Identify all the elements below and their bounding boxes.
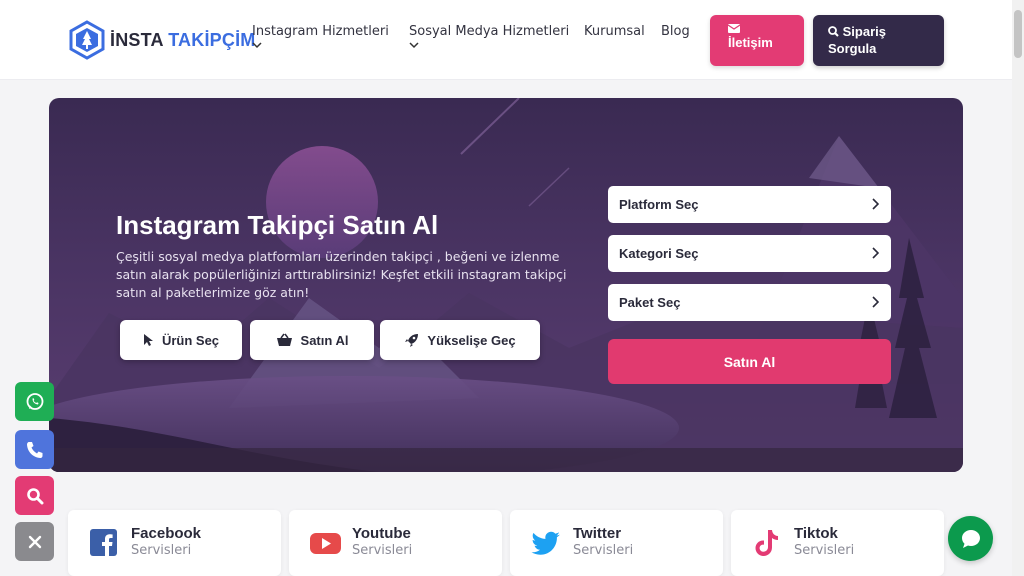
submit-buy-label: Satın Al — [723, 353, 776, 370]
category-select[interactable]: Kategori Seç — [608, 235, 891, 272]
close-float-button[interactable] — [15, 522, 54, 561]
service-card-twitter[interactable]: Twitter Servisleri — [510, 510, 723, 576]
phone-icon — [26, 441, 42, 458]
whatsapp-button[interactable] — [15, 382, 54, 421]
category-select-label: Kategori Seç — [619, 246, 699, 261]
nav-label: Kurumsal — [584, 24, 645, 39]
chat-bubble-icon — [961, 529, 980, 548]
facebook-icon — [90, 529, 117, 556]
package-select[interactable]: Paket Seç — [608, 284, 891, 321]
logo-text-part1: İNSTA — [110, 29, 163, 50]
package-select-label: Paket Seç — [619, 295, 681, 310]
logo-text: İNSTA TAKİPÇİM — [110, 30, 255, 51]
order-query-button[interactable]: Sipariş Sorgula — [813, 15, 944, 66]
rocket-icon — [405, 333, 419, 347]
contact-button[interactable]: İletişim — [710, 15, 804, 66]
get-rising-label: Yükselişe Geç — [427, 332, 516, 348]
service-sub: Servisleri — [794, 543, 855, 558]
youtube-icon — [310, 533, 341, 554]
platform-select-label: Platform Seç — [619, 197, 699, 212]
service-card-facebook[interactable]: Facebook Servisleri — [68, 510, 281, 576]
phone-button[interactable] — [15, 430, 54, 469]
service-card-youtube[interactable]: Youtube Servisleri — [289, 510, 502, 576]
select-product-button[interactable]: Ürün Seç — [120, 320, 242, 360]
get-rising-button[interactable]: Yükselişe Geç — [380, 320, 540, 360]
service-name: Facebook — [131, 525, 202, 542]
whatsapp-icon — [26, 392, 43, 410]
chevron-right-icon — [872, 247, 879, 259]
buy-now-label: Satın Al — [300, 332, 349, 348]
search-icon — [26, 487, 43, 504]
nav-label: Blog — [661, 24, 690, 39]
cursor-icon — [143, 334, 153, 346]
nav-label: Instagram Hizmetleri — [252, 24, 389, 39]
contact-label: İletişim — [728, 35, 773, 50]
search-icon — [828, 26, 839, 37]
nav-instagram-services[interactable]: Instagram Hizmetleri — [252, 24, 389, 49]
chevron-down-icon — [252, 42, 262, 49]
scroll-thumb[interactable] — [1014, 10, 1022, 58]
submit-buy-button[interactable]: Satın Al — [608, 339, 891, 384]
service-sub: Servisleri — [573, 543, 634, 558]
nav-corporate[interactable]: Kurumsal — [584, 24, 645, 39]
live-chat-button[interactable] — [948, 516, 993, 561]
logo-text-part2: TAKİPÇİM — [168, 29, 256, 50]
service-name: Twitter — [573, 525, 622, 542]
twitter-icon — [531, 531, 560, 555]
tiktok-icon — [755, 530, 778, 556]
select-product-label: Ürün Seç — [161, 332, 220, 348]
service-sub: Servisleri — [352, 543, 413, 558]
basket-icon — [276, 333, 292, 346]
chevron-right-icon — [872, 296, 879, 308]
close-icon — [28, 535, 41, 548]
envelope-icon — [728, 24, 740, 33]
order-label-line2: Sorgula — [828, 41, 877, 56]
search-float-button[interactable] — [15, 476, 54, 515]
nav-social-media-services[interactable]: Sosyal Medya Hizmetleri — [409, 24, 569, 49]
hero-banner: Instagram Takipçi Satın Al Çeşitli sosya… — [49, 98, 963, 472]
hero-title: Instagram Takipçi Satın Al — [116, 210, 439, 240]
logo-icon — [69, 20, 105, 60]
service-sub: Servisleri — [131, 543, 192, 558]
chevron-right-icon — [872, 198, 879, 210]
buy-now-button[interactable]: Satın Al — [250, 320, 374, 360]
platform-select[interactable]: Platform Seç — [608, 186, 891, 223]
nav-blog[interactable]: Blog — [661, 24, 690, 39]
header: İNSTA TAKİPÇİM Instagram Hizmetleri Sosy… — [0, 0, 1012, 80]
order-label-line1: Sipariş — [842, 24, 886, 39]
site-logo[interactable]: İNSTA TAKİPÇİM — [68, 20, 255, 60]
service-card-tiktok[interactable]: Tiktok Servisleri — [731, 510, 944, 576]
service-name: Tiktok — [794, 525, 838, 542]
page-scrollbar[interactable] — [1012, 0, 1024, 576]
nav-label: Sosyal Medya Hizmetleri — [409, 24, 570, 39]
hero-description: Çeşitli sosyal medya platformları üzerin… — [116, 249, 567, 300]
service-name: Youtube — [352, 525, 411, 542]
chevron-down-icon — [409, 42, 419, 49]
